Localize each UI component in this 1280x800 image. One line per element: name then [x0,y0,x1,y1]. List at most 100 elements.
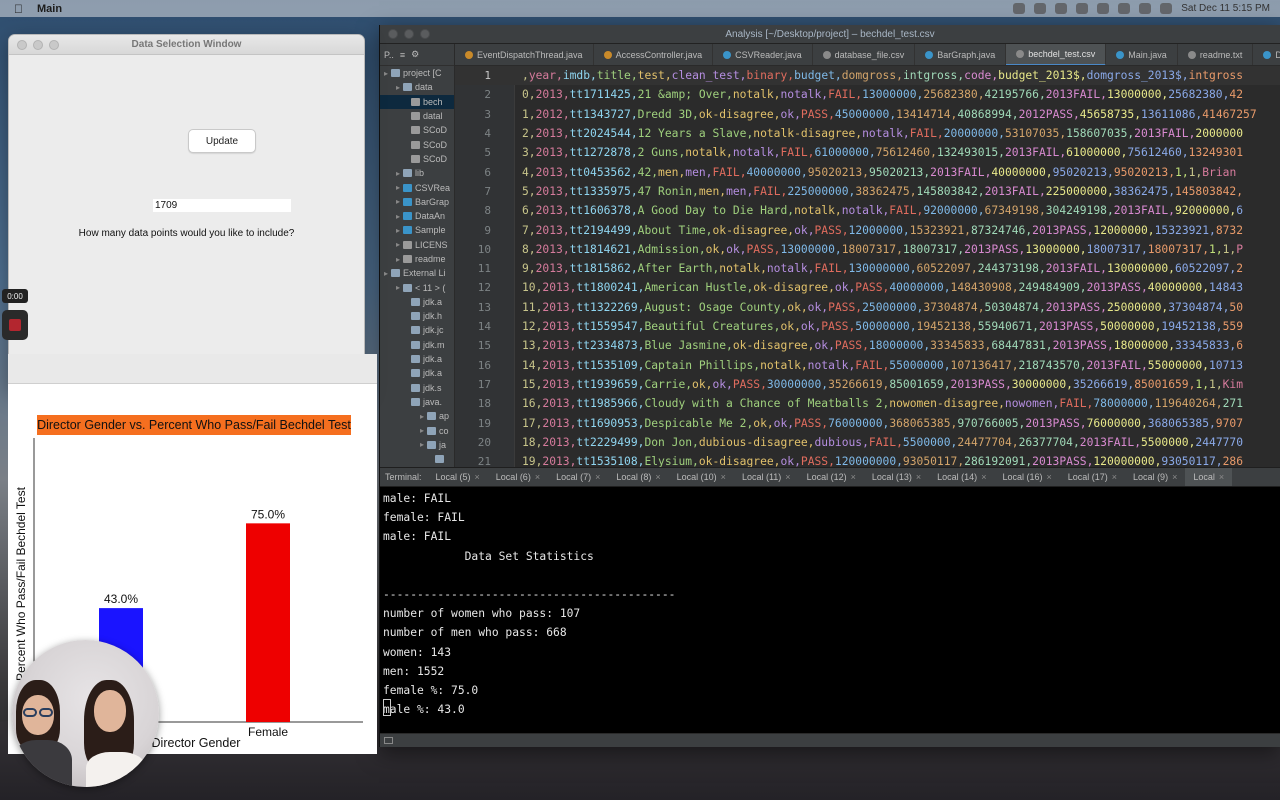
editor-tab[interactable]: CSVReader.java [713,44,813,65]
terminal-tab[interactable]: Local (13) × [864,468,929,486]
tree-item[interactable]: ▸ co [380,423,454,437]
tree-item[interactable]: ▸ readme [380,252,454,266]
tree-item[interactable]: ▸ ja [380,438,454,452]
terminal-tab[interactable]: Local (12) × [799,468,864,486]
terminal-tab[interactable]: Local × [1185,468,1233,486]
tree-item[interactable] [380,452,454,466]
close-tab-icon[interactable]: × [1219,472,1224,482]
ide-titlebar[interactable]: Analysis [~/Desktop/project] – bechdel_t… [380,25,1280,44]
update-button[interactable]: Update [188,129,256,153]
display-icon[interactable] [1160,3,1173,14]
terminal-tab[interactable]: Local (11) × [734,468,799,486]
record-icon[interactable] [1034,3,1047,14]
apple-icon[interactable]:  [14,2,23,16]
terminal-tab[interactable]: Local (6) × [488,468,548,486]
expand-arrow-icon[interactable]: ▸ [420,412,424,421]
terminal-tab[interactable]: Local (7) × [548,468,608,486]
expand-arrow-icon[interactable]: ▸ [396,169,400,178]
editor-tab[interactable]: EventDispatchThread.java [455,44,594,65]
menu-clock[interactable]: Sat Dec 11 5:15 PM [1181,3,1270,14]
close-tab-icon[interactable]: × [655,472,660,482]
wifi-icon[interactable] [1076,3,1089,14]
editor-tab[interactable]: database_file.csv [813,44,916,65]
tree-item[interactable]: ▸ External Li [380,266,454,280]
tree-item[interactable]: ▸ lib [380,166,454,180]
menu-app-name[interactable]: Main [37,3,62,15]
expand-arrow-icon[interactable]: ▸ [384,69,388,78]
tree-item[interactable]: ▸ BarGrap [380,195,454,209]
data-window-titlebar[interactable]: Data Selection Window [9,35,364,55]
editor-tab[interactable]: readme.txt [1178,44,1254,65]
tree-item[interactable]: SCoD [380,152,454,166]
close-tab-icon[interactable]: × [916,472,921,482]
tree-item[interactable]: ▸ project [C [380,66,454,80]
collapse-icon[interactable]: ≡ [400,50,405,60]
expand-arrow-icon[interactable]: ▸ [396,240,400,249]
close-tab-icon[interactable]: × [595,472,600,482]
tree-item[interactable]: ▸ CSVRea [380,180,454,194]
expand-arrow-icon[interactable]: ▸ [396,183,400,192]
tree-item[interactable]: ▸ DataAn [380,209,454,223]
tree-item[interactable]: ▸ ap [380,409,454,423]
terminal-tab[interactable]: Local (16) × [994,468,1059,486]
expand-arrow-icon[interactable]: ▸ [396,283,400,292]
tree-item[interactable]: SCoD [380,123,454,137]
close-tab-icon[interactable]: × [1046,472,1051,482]
close-button[interactable] [388,29,398,39]
expand-arrow-icon[interactable]: ▸ [396,212,400,221]
terminal-tab[interactable]: Local (10) × [669,468,734,486]
toggle-panel-icon[interactable] [384,737,393,744]
editor-tab[interactable]: AccessController.java [594,44,714,65]
terminal-tab[interactable]: Local (14) × [929,468,994,486]
tree-item[interactable]: ▸ data [380,80,454,94]
tree-item[interactable]: datal [380,109,454,123]
control-center-icon[interactable] [1118,3,1131,14]
zoom-button[interactable] [49,39,59,50]
expand-arrow-icon[interactable]: ▸ [396,197,400,206]
close-tab-icon[interactable]: × [851,472,856,482]
expand-arrow-icon[interactable]: ▸ [420,426,424,435]
tree-item[interactable]: jdk.a [380,352,454,366]
tree-item[interactable]: jdk.h [380,309,454,323]
battery-icon[interactable] [1055,3,1068,14]
terminal-tab[interactable]: Local (8) × [608,468,668,486]
close-tab-icon[interactable]: × [721,472,726,482]
close-button[interactable] [17,39,27,50]
tree-item[interactable]: jdk.m [380,338,454,352]
minimize-button[interactable] [404,29,414,39]
close-tab-icon[interactable]: × [475,472,480,482]
tree-item[interactable]: java. [380,395,454,409]
editor-tab[interactable]: DataAn [1253,44,1280,65]
tree-item[interactable]: ▸ < 11 > ( [380,280,454,294]
expand-arrow-icon[interactable]: ▸ [384,269,388,278]
close-tab-icon[interactable]: × [1172,472,1177,482]
tree-item[interactable]: bech [380,94,454,109]
time-machine-icon[interactable] [1139,3,1152,14]
editor-tab[interactable]: bechdel_test.csv [1006,44,1107,65]
project-panel-label[interactable]: P.. [384,50,394,60]
expand-arrow-icon[interactable]: ▸ [396,83,400,92]
editor-tab[interactable]: Main.java [1106,44,1178,65]
code-editor[interactable]: 1 ,year,imdb,title,test,clean_test,binary… [455,66,1280,486]
terminal-output[interactable]: male: FAIL female: FAIL male: FAIL Data Se… [380,487,1280,733]
data-points-input[interactable] [153,199,291,212]
close-tab-icon[interactable]: × [1112,472,1117,482]
expand-arrow-icon[interactable]: ▸ [420,440,424,449]
tree-item[interactable]: SCoD [380,137,454,151]
minimize-button[interactable] [33,39,43,50]
settings-icon[interactable]: ⚙ [411,49,419,60]
tree-item[interactable]: ▸ LICENS [380,238,454,252]
terminal-tab[interactable]: Local (17) × [1060,468,1125,486]
tree-item[interactable]: jdk.s [380,381,454,395]
close-tab-icon[interactable]: × [535,472,540,482]
editor-tab[interactable]: BarGraph.java [915,44,1007,65]
expand-arrow-icon[interactable]: ▸ [396,226,400,235]
tree-item[interactable]: jdk.a [380,295,454,309]
tree-item[interactable]: jdk.jc [380,323,454,337]
expand-arrow-icon[interactable]: ▸ [396,255,400,264]
tree-item[interactable]: ▸ Sample [380,223,454,237]
close-tab-icon[interactable]: × [785,472,790,482]
gear-icon[interactable] [1013,3,1026,14]
stop-recording-button[interactable] [2,310,28,340]
zoom-button[interactable] [420,29,430,39]
